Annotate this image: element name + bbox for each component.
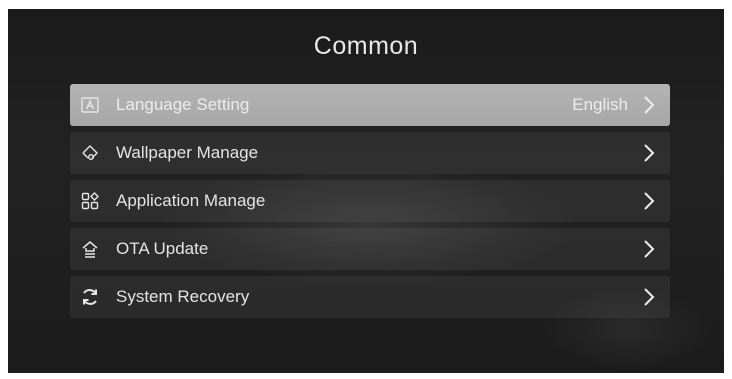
wallpaper-icon bbox=[80, 143, 100, 163]
menu-item-ota-update[interactable]: OTA Update bbox=[70, 228, 670, 270]
apps-grid-icon bbox=[80, 191, 100, 211]
menu-item-language-setting[interactable]: Language Setting English bbox=[70, 84, 670, 126]
chevron-right-icon bbox=[642, 191, 656, 211]
chevron-right-icon bbox=[642, 239, 656, 259]
page-title: Common bbox=[313, 32, 419, 60]
menu-item-label: Wallpaper Manage bbox=[116, 143, 259, 162]
chevron-right-icon bbox=[642, 95, 656, 115]
chevron-right-icon bbox=[642, 287, 656, 307]
menu-item-label: System Recovery bbox=[116, 287, 250, 306]
menu-item-wallpaper-manage[interactable]: Wallpaper Manage bbox=[70, 132, 670, 174]
settings-menu: Language Setting English Wallpaper Manag… bbox=[70, 84, 670, 324]
menu-item-label: Language Setting bbox=[116, 95, 250, 114]
language-icon bbox=[80, 95, 100, 115]
menu-item-system-recovery[interactable]: System Recovery bbox=[70, 276, 670, 318]
chevron-right-icon bbox=[642, 143, 656, 163]
menu-item-label: Application Manage bbox=[116, 191, 266, 210]
menu-item-label: OTA Update bbox=[116, 239, 209, 258]
settings-screen: Common Language Setting English Wallpape… bbox=[8, 9, 724, 373]
recovery-icon bbox=[80, 287, 100, 307]
language-value: English bbox=[572, 95, 628, 114]
menu-item-application-manage[interactable]: Application Manage bbox=[70, 180, 670, 222]
ota-update-icon bbox=[80, 239, 100, 259]
